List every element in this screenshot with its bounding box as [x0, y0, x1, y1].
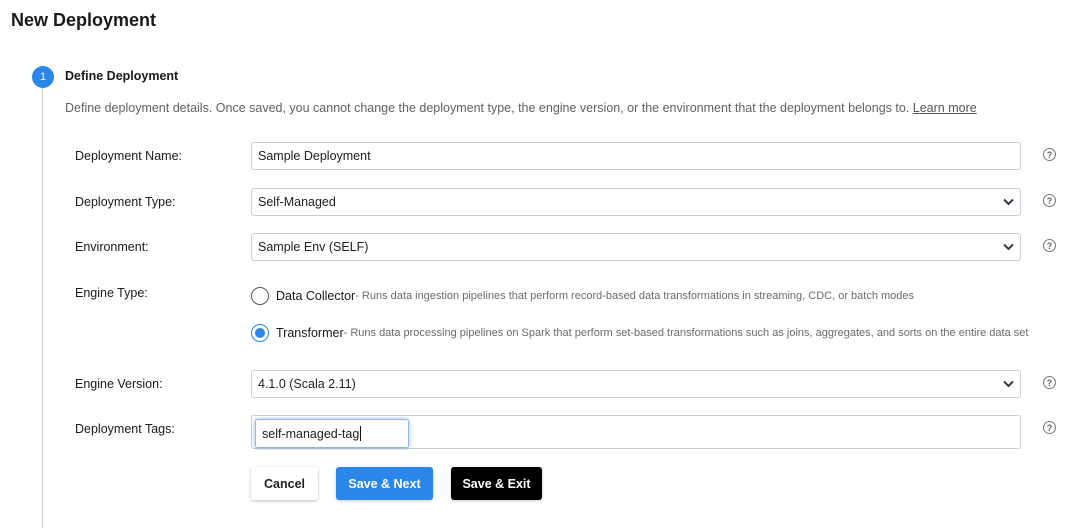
save-and-next-button[interactable]: Save & Next	[336, 467, 433, 500]
radio-selected-dot	[255, 328, 265, 338]
deployment-type-value: Self-Managed	[258, 195, 336, 209]
deployment-tag-value: self-managed-tag	[262, 426, 360, 441]
chevron-down-icon	[1002, 196, 1014, 208]
help-icon[interactable]: ?	[1043, 194, 1056, 207]
save-and-exit-button[interactable]: Save & Exit	[451, 467, 542, 500]
data-collector-title: Data Collector	[276, 289, 356, 303]
environment-select[interactable]: Sample Env (SELF)	[251, 233, 1021, 261]
page-title: New Deployment	[11, 10, 157, 30]
step-title: Define Deployment	[65, 69, 179, 83]
deployment-tag-input[interactable]: self-managed-tag	[255, 419, 409, 448]
deployment-type-label: Deployment Type:	[75, 195, 176, 209]
step-description-text: Define deployment details. Once saved, y…	[65, 101, 910, 115]
engine-version-value: 4.1.0 (Scala 2.11)	[258, 377, 356, 391]
chevron-down-icon	[1002, 241, 1014, 253]
environment-label: Environment:	[75, 240, 149, 254]
deployment-name-label: Deployment Name:	[75, 149, 182, 163]
engine-type-option-transformer[interactable]: Transformer - Runs data processing pipel…	[251, 324, 1028, 342]
transformer-radio[interactable]	[251, 324, 269, 342]
chevron-down-icon	[1002, 378, 1014, 390]
environment-value: Sample Env (SELF)	[258, 240, 369, 254]
step-description: Define deployment details. Once saved, y…	[65, 101, 977, 115]
learn-more-link[interactable]: Learn more	[913, 101, 977, 115]
help-icon[interactable]: ?	[1043, 376, 1056, 389]
deployment-name-input[interactable]: Sample Deployment	[251, 142, 1021, 170]
help-icon[interactable]: ?	[1043, 239, 1056, 252]
engine-version-select[interactable]: 4.1.0 (Scala 2.11)	[251, 370, 1021, 398]
deployment-type-select[interactable]: Self-Managed	[251, 188, 1021, 216]
step-number-badge: 1	[32, 66, 54, 88]
data-collector-description: - Runs data ingestion pipelines that per…	[355, 290, 915, 302]
cancel-button[interactable]: Cancel	[251, 467, 318, 500]
data-collector-radio[interactable]	[251, 287, 269, 305]
transformer-title: Transformer	[276, 326, 344, 340]
engine-version-label: Engine Version:	[75, 377, 163, 391]
text-cursor	[360, 426, 362, 441]
transformer-description: - Runs data processing pipelines on Spar…	[343, 327, 1029, 339]
deployment-tags-label: Deployment Tags:	[75, 422, 175, 436]
help-icon[interactable]: ?	[1043, 148, 1056, 161]
engine-type-option-data-collector[interactable]: Data Collector - Runs data ingestion pip…	[251, 287, 914, 305]
stepper-line	[42, 87, 43, 528]
engine-type-label: Engine Type:	[75, 286, 148, 300]
deployment-name-value: Sample Deployment	[258, 149, 371, 163]
help-icon[interactable]: ?	[1043, 421, 1056, 434]
